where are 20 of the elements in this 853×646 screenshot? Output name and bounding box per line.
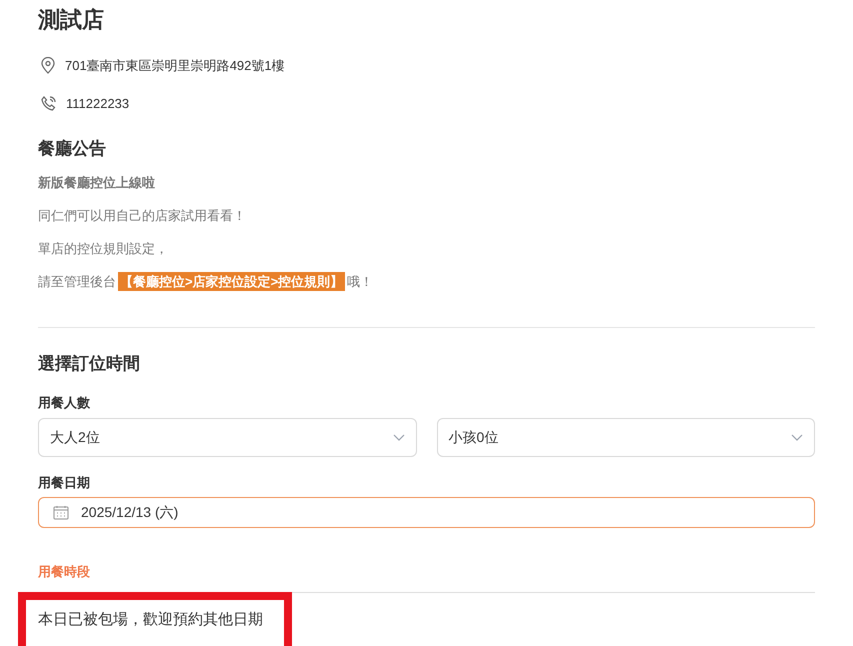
chevron-down-icon xyxy=(791,434,803,440)
calendar-icon xyxy=(53,505,69,520)
field-label: 用餐日期 xyxy=(38,474,91,492)
chevron-down-icon xyxy=(392,434,404,440)
phone-icon xyxy=(41,96,56,111)
dropdown[interactable]: 小孩0位 xyxy=(436,418,815,456)
period-label: 用餐時段 xyxy=(38,563,91,581)
section-title: 選擇訂位時間 xyxy=(38,353,141,375)
announcement-title: 餐廳公告 xyxy=(38,138,107,160)
date-field[interactable]: 2025/12/13 (六) xyxy=(38,497,815,528)
store-name: 測試店 xyxy=(38,6,105,34)
announcement-line: 同仁們可以用自己的店家試用看看！ xyxy=(38,207,247,225)
store-phone: 111222233 xyxy=(66,94,130,112)
dropdown[interactable]: 大人2位 xyxy=(38,418,416,456)
announcement-line: 新版餐廳控位上線啦 xyxy=(38,174,156,192)
field-label: 用餐人數 xyxy=(38,394,91,412)
location-pin-icon xyxy=(41,57,55,74)
store-address: 701臺南市東區崇明里崇明路492號1樓 xyxy=(65,57,285,75)
booking-message: 本日已被包場，歡迎預約其他日期 xyxy=(38,610,264,630)
announcement-line: 單店的控位規則設定， xyxy=(38,240,169,258)
